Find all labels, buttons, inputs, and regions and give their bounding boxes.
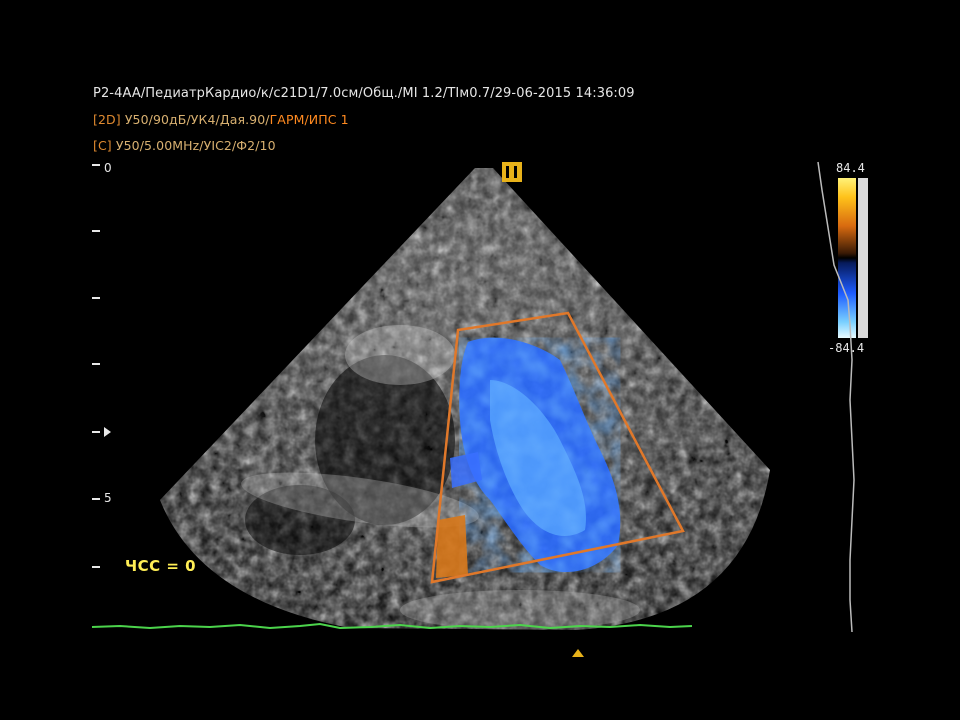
velocity-min-label: -84.4 bbox=[828, 341, 865, 355]
color-velocity-bar bbox=[838, 178, 856, 338]
heart-rate-readout: ЧСС = 0 bbox=[125, 557, 197, 575]
depth-label-0: 0 bbox=[104, 161, 112, 175]
velocity-max-label: 84.4 bbox=[836, 161, 865, 175]
flow-toward-probe bbox=[436, 515, 468, 578]
color-settings-line: [C] У50/5.00MHz/УIC2/Ф2/10 bbox=[93, 138, 276, 153]
depth-label-5: 5 bbox=[104, 491, 112, 505]
depth-scale bbox=[92, 164, 100, 568]
2d-settings-line: [2D] У50/90дБ/УК4/Дая.90/ГАРМ/ИПС 1 bbox=[93, 112, 349, 127]
focus-marker-icon bbox=[104, 427, 111, 437]
color-mode-tag: [C] bbox=[93, 138, 112, 153]
acquisition-info-line: P2-4AA/ПедиатрКардио/к/c21D1/7.0см/Общ./… bbox=[93, 86, 635, 101]
2d-mode-tag: [2D] bbox=[93, 112, 121, 127]
2d-settings-text: У50/90дБ/УК4/Дая.90/ bbox=[124, 112, 270, 127]
ecg-cursor-icon bbox=[572, 649, 584, 657]
ultrasound-screen: P2-4AA/ПедиатрКардио/к/c21D1/7.0см/Общ./… bbox=[0, 0, 960, 720]
color-settings-text: У50/5.00MHz/УIC2/Ф2/10 bbox=[115, 138, 276, 153]
ultrasound-image bbox=[91, 161, 868, 657]
harmonic-mode-text: ГАРМ/ИПС 1 bbox=[269, 112, 349, 127]
transducer-orientation-marker bbox=[502, 162, 522, 182]
